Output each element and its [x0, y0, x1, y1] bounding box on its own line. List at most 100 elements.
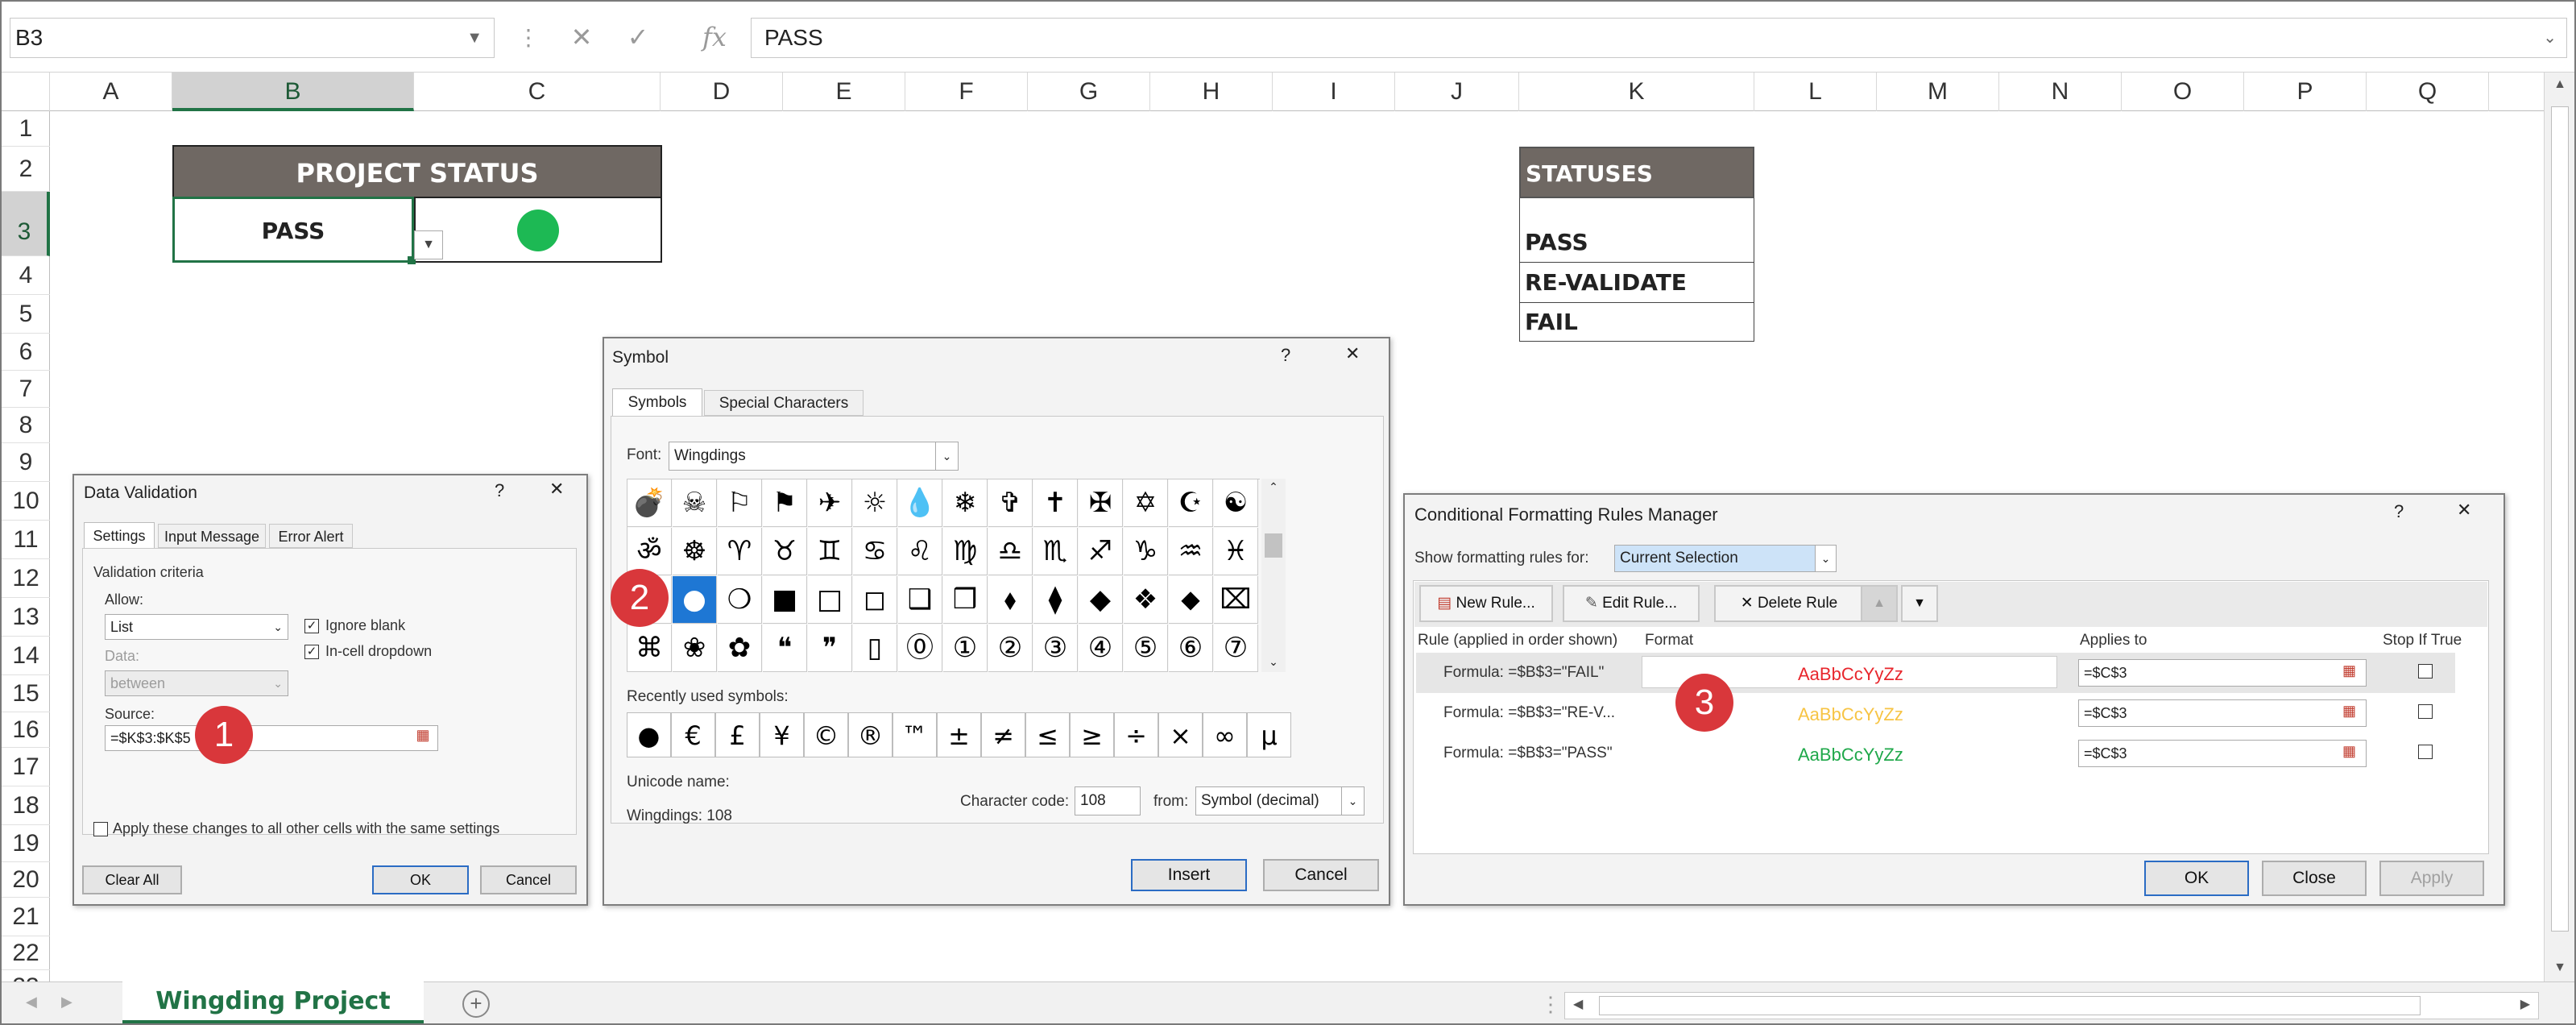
range-selector-icon[interactable]: ▦ [411, 727, 435, 749]
close-icon[interactable]: ✕ [1345, 343, 1360, 364]
show-rules-select[interactable]: Current Selection ⌄ [1614, 545, 1837, 572]
row-header-11[interactable]: 11 [2, 521, 50, 559]
symbol-cell[interactable]: ⚑ [763, 479, 807, 527]
symbol-cell[interactable]: ⑦ [1214, 625, 1258, 672]
col-header-o[interactable]: O [2122, 73, 2244, 111]
row-header-13[interactable]: 13 [2, 598, 50, 637]
symbol-cell[interactable]: ✝ [1033, 479, 1078, 527]
row-header-3[interactable]: 3 [2, 192, 50, 256]
applies-to-input[interactable]: =$C$3 [2078, 699, 2367, 727]
recent-symbol[interactable]: ≠ [981, 712, 1025, 757]
symbol-cell[interactable]: ♐ [1079, 528, 1123, 575]
add-sheet-button[interactable]: + [462, 990, 490, 1018]
symbol-cell[interactable]: ❍ [718, 576, 762, 624]
scroll-left-icon[interactable]: ◀ [1573, 996, 1583, 1012]
symbol-cell[interactable]: ❀ [673, 625, 717, 672]
symbol-cell[interactable]: ♉ [763, 528, 807, 575]
rule-row-revalidate[interactable]: Formula: =$B$3="RE-V... AaBbCcYyZz =$C$3… [1416, 693, 2455, 733]
col-header-n[interactable]: N [1999, 73, 2122, 111]
tab-special-characters[interactable]: Special Characters [704, 390, 863, 416]
row-header-18[interactable]: 18 [2, 786, 50, 825]
rule-row-fail[interactable]: Formula: =$B$3="FAIL" AaBbCcYyZz =$C$3 ▦ [1416, 653, 2455, 693]
col-header-m[interactable]: M [1877, 73, 1999, 111]
col-header-q[interactable]: Q [2367, 73, 2489, 111]
row-header-14[interactable]: 14 [2, 637, 50, 675]
row-header-12[interactable]: 12 [2, 559, 50, 598]
recent-symbol[interactable]: ÷ [1114, 712, 1158, 757]
stop-if-true-checkbox[interactable] [2418, 745, 2433, 759]
applies-to-input[interactable]: =$C$3 [2078, 740, 2367, 767]
symbol-cell[interactable]: ❖ [1124, 576, 1168, 624]
source-input[interactable]: =$K$3:$K$5 [105, 725, 438, 751]
symbol-cell[interactable]: ⚐ [718, 479, 762, 527]
symbol-cell[interactable]: ❑ [898, 576, 942, 624]
col-header-j[interactable]: J [1395, 73, 1519, 111]
symbol-cell[interactable]: ◆ [1079, 576, 1123, 624]
symbol-cell[interactable]: ♑ [1124, 528, 1168, 575]
symbol-grid-scrollbar[interactable]: ⌃ ⌄ [1261, 479, 1286, 672]
apply-all-checkbox[interactable] [93, 822, 108, 836]
close-button[interactable]: Close [2262, 861, 2367, 896]
chevron-down-icon[interactable]: ⌄ [1815, 546, 1836, 571]
expand-formula-icon[interactable]: ⌄ [2543, 19, 2557, 57]
col-header-a[interactable]: A [50, 73, 172, 111]
recent-symbol[interactable]: © [804, 712, 848, 757]
from-select[interactable]: Symbol (decimal) ⌄ [1195, 786, 1365, 815]
recent-symbol[interactable]: ● [627, 712, 671, 757]
chevron-down-icon[interactable]: ▼ [466, 19, 482, 57]
recent-symbol[interactable]: µ [1247, 712, 1291, 757]
col-header-p[interactable]: P [2244, 73, 2367, 111]
help-icon[interactable]: ? [2394, 501, 2404, 522]
row-header-2[interactable]: 2 [2, 147, 50, 192]
clear-all-button[interactable]: Clear All [82, 865, 182, 894]
symbol-cell[interactable]: ⌧ [1214, 576, 1258, 624]
symbol-cell[interactable]: ✡ [1124, 479, 1168, 527]
col-header-h[interactable]: H [1150, 73, 1273, 111]
symbol-cell[interactable]: ◻ [853, 576, 897, 624]
recent-symbol[interactable]: ≥ [1070, 712, 1114, 757]
symbol-cell[interactable]: ✿ [718, 625, 762, 672]
row-header-16[interactable]: 16 [2, 712, 50, 748]
symbol-cell[interactable]: ♈ [718, 528, 762, 575]
recent-symbol[interactable]: ≤ [1025, 712, 1070, 757]
chevron-down-icon[interactable]: ⌄ [1341, 787, 1364, 815]
help-icon[interactable]: ? [495, 480, 504, 501]
symbol-cell[interactable]: ⧫ [1033, 576, 1078, 624]
symbol-cell[interactable]: ⬧ [988, 576, 1033, 624]
symbol-cell[interactable]: ② [988, 625, 1033, 672]
scroll-thumb[interactable] [1599, 996, 2421, 1015]
row-header-9[interactable]: 9 [2, 443, 50, 482]
edit-rule-button[interactable]: ✎ Edit Rule... [1563, 585, 1700, 622]
tab-settings[interactable]: Settings [84, 522, 155, 548]
col-header-i[interactable]: I [1273, 73, 1395, 111]
horizontal-scrollbar[interactable]: ◀ ▶ [1564, 992, 2539, 1019]
recent-symbol[interactable]: ¥ [760, 712, 804, 757]
recent-symbol[interactable]: € [671, 712, 715, 757]
symbol-cell[interactable]: ♓ [1214, 528, 1258, 575]
symbol-cell[interactable]: ♊ [808, 528, 852, 575]
recent-symbol[interactable]: ® [848, 712, 892, 757]
scroll-up-icon[interactable]: ⌃ [1261, 480, 1286, 494]
symbol-cell[interactable]: ♋ [853, 528, 897, 575]
scroll-right-icon[interactable]: ▶ [2520, 996, 2530, 1012]
delete-rule-button[interactable]: ✕ Delete Rule [1714, 585, 1864, 622]
tab-input-message[interactable]: Input Message [158, 524, 266, 548]
symbol-cell[interactable]: ❞ [808, 625, 852, 672]
scroll-thumb[interactable] [1265, 533, 1282, 558]
symbol-cell[interactable]: ● [673, 576, 717, 624]
symbol-cell[interactable]: ♎ [988, 528, 1033, 575]
font-select[interactable]: Wingdings ⌄ [669, 442, 959, 471]
scroll-down-icon[interactable]: ▼ [2545, 961, 2574, 975]
cancel-button[interactable]: Cancel [1263, 859, 1379, 891]
range-selector-icon[interactable]: ▦ [2342, 743, 2356, 760]
symbol-cell[interactable]: ☠ [673, 479, 717, 527]
symbol-cell[interactable]: ❝ [763, 625, 807, 672]
recent-symbol[interactable]: £ [715, 712, 760, 757]
symbol-cell[interactable]: 💧 [898, 479, 942, 527]
applies-to-input[interactable]: =$C$3 [2078, 659, 2367, 687]
symbol-cell[interactable]: ⌘ [627, 625, 672, 672]
row-header-5[interactable]: 5 [2, 295, 50, 334]
symbol-cell[interactable]: ☼ [853, 479, 897, 527]
col-header-d[interactable]: D [661, 73, 783, 111]
move-down-icon[interactable]: ▼ [1901, 585, 1938, 622]
